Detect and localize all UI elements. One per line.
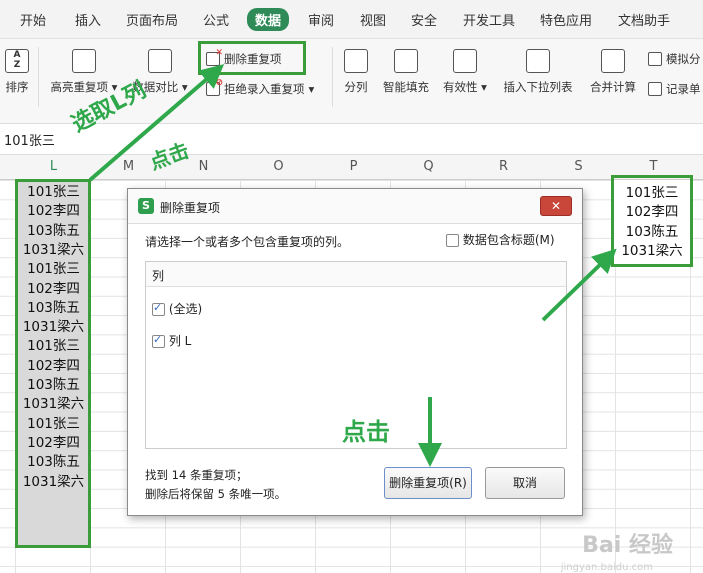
annotation-arrows [88, 64, 617, 467]
baidu-watermark-sub: jingyan.baidu.com [560, 562, 653, 573]
arrow-to-result [541, 248, 617, 322]
baidu-watermark: Bai 经验 [582, 533, 673, 558]
arrow-to-ribbon [88, 64, 225, 182]
